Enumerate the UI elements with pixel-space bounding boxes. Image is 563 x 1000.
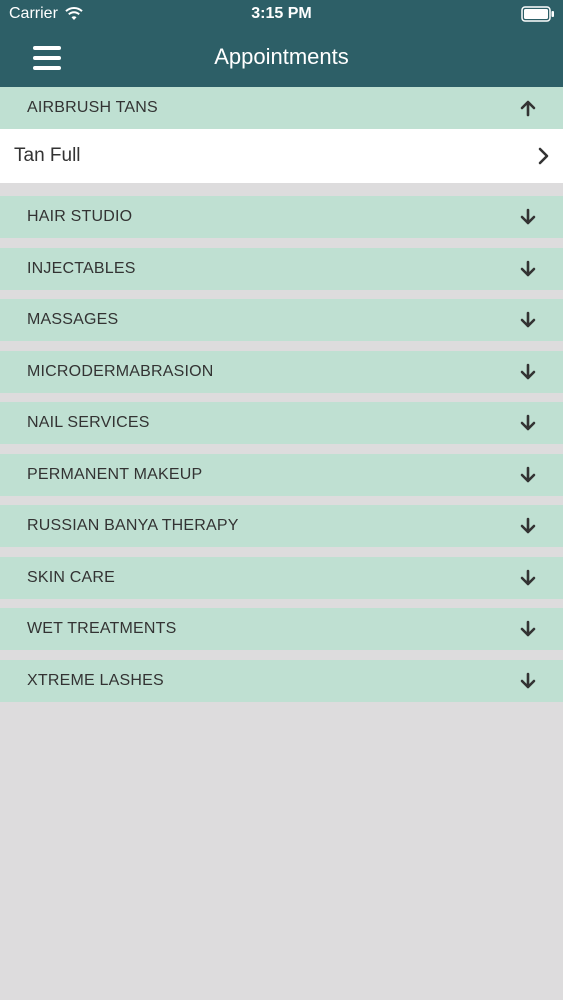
nav-bar: Appointments bbox=[0, 30, 563, 87]
arrow-down-icon bbox=[520, 208, 536, 225]
arrow-down-icon bbox=[520, 620, 536, 637]
category-nail-services[interactable]: NAIL SERVICES bbox=[0, 402, 563, 444]
category-injectables[interactable]: INJECTABLES bbox=[0, 248, 563, 290]
category-label: NAIL SERVICES bbox=[27, 414, 150, 431]
category-wet-treatments[interactable]: WET TREATMENTS bbox=[0, 608, 563, 650]
arrow-down-icon bbox=[520, 363, 536, 380]
category-label: AIRBRUSH TANS bbox=[27, 99, 158, 116]
arrow-down-icon bbox=[520, 311, 536, 328]
arrow-down-icon bbox=[520, 569, 536, 586]
category-microdermabrasion[interactable]: MICRODERMABRASION bbox=[0, 351, 563, 393]
category-label: XTREME LASHES bbox=[27, 672, 164, 689]
status-time: 3:15 PM bbox=[251, 5, 312, 22]
service-label: Tan Full bbox=[14, 145, 81, 166]
category-label: MASSAGES bbox=[27, 311, 119, 328]
status-bar: Carrier 3:15 PM bbox=[0, 0, 563, 30]
arrow-down-icon bbox=[520, 672, 536, 689]
arrow-down-icon bbox=[520, 466, 536, 483]
category-label: SKIN CARE bbox=[27, 569, 116, 586]
page-title: Appointments bbox=[214, 44, 349, 69]
battery-icon bbox=[521, 6, 554, 22]
category-hair-studio[interactable]: HAIR STUDIO bbox=[0, 196, 563, 238]
category-label: PERMANENT MAKEUP bbox=[27, 466, 203, 483]
service-item-tan-full[interactable]: Tan Full bbox=[0, 129, 563, 183]
arrow-down-icon bbox=[520, 517, 536, 534]
arrow-down-icon bbox=[520, 260, 536, 277]
category-label: WET TREATMENTS bbox=[27, 620, 177, 637]
category-skin-care[interactable]: SKIN CARE bbox=[0, 557, 563, 599]
category-label: INJECTABLES bbox=[27, 260, 136, 277]
header: Carrier 3:15 PM Appointments bbox=[0, 0, 563, 87]
category-airbrush-tans[interactable]: AIRBRUSH TANS bbox=[0, 87, 563, 129]
chevron-right-icon bbox=[538, 147, 549, 165]
arrow-down-icon bbox=[520, 414, 536, 431]
category-label: MICRODERMABRASION bbox=[27, 363, 214, 380]
category-label: HAIR STUDIO bbox=[27, 208, 133, 225]
category-russian-banya-therapy[interactable]: RUSSIAN BANYA THERAPY bbox=[0, 505, 563, 547]
arrow-up-icon bbox=[520, 100, 536, 117]
category-massages[interactable]: MASSAGES bbox=[0, 299, 563, 341]
category-label: RUSSIAN BANYA THERAPY bbox=[27, 517, 239, 534]
appointments-screen: Carrier 3:15 PM Appointments AIRBRUSH TA… bbox=[0, 0, 563, 1000]
category-permanent-makeup[interactable]: PERMANENT MAKEUP bbox=[0, 454, 563, 496]
category-xtreme-lashes[interactable]: XTREME LASHES bbox=[0, 660, 563, 702]
